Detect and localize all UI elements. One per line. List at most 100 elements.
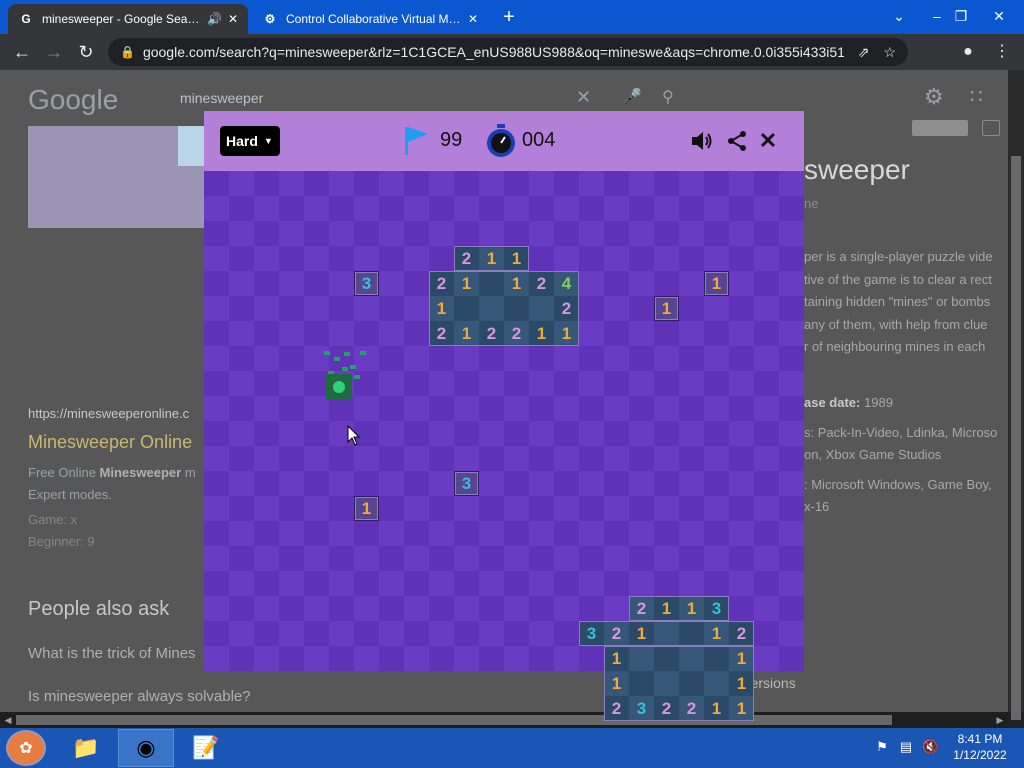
tab-close-icon[interactable]: ✕	[228, 12, 238, 26]
lock-icon[interactable]: 🔒	[120, 45, 135, 59]
speaker-icon[interactable]: 🔊	[207, 12, 222, 26]
revealed-number-cell[interactable]: 1	[429, 296, 454, 321]
scrollbar-thumb[interactable]	[16, 715, 892, 725]
knowledge-panel-icon[interactable]	[982, 120, 1000, 136]
vertical-scrollbar[interactable]	[1008, 70, 1024, 720]
revealed-number-cell[interactable]: 1	[604, 671, 629, 696]
revealed-number-cell[interactable]: 2	[429, 271, 454, 296]
revealed-number-cell[interactable]: 2	[679, 696, 704, 721]
revealed-number-cell[interactable]: 2	[429, 321, 454, 346]
start-button[interactable]: ✿	[6, 730, 46, 766]
taskbar-app-folder-icon[interactable]: 📁	[58, 729, 114, 767]
revealed-number-cell[interactable]: 1	[504, 271, 529, 296]
revealed-empty-cell[interactable]	[529, 296, 554, 321]
tab-close-icon[interactable]: ✕	[468, 12, 478, 26]
reload-icon[interactable]: ↻	[74, 40, 98, 64]
address-bar[interactable]: 🔒 google.com/search?q=minesweeper&rlz=1C…	[108, 38, 908, 66]
revealed-number-cell[interactable]: 2	[604, 621, 629, 646]
revealed-number-cell[interactable]: 1	[729, 696, 754, 721]
search-icon[interactable]: ⚲	[662, 87, 674, 107]
url-text[interactable]: google.com/search?q=minesweeper&rlz=1C1G…	[143, 44, 844, 60]
revealed-number-cell[interactable]: 1	[704, 696, 729, 721]
revealed-number-cell[interactable]: 2	[554, 296, 579, 321]
revealed-empty-cell[interactable]	[704, 671, 729, 696]
search-query[interactable]: minesweeper	[180, 90, 263, 106]
revealed-empty-cell[interactable]	[654, 671, 679, 696]
result-title-link[interactable]: Minesweeper Online	[28, 432, 192, 453]
revealed-empty-cell[interactable]	[629, 671, 654, 696]
revealed-number-cell[interactable]: 1	[504, 246, 529, 271]
revealed-empty-cell[interactable]	[654, 621, 679, 646]
revealed-number-cell[interactable]: 1	[479, 246, 504, 271]
taskbar-app-chrome-icon[interactable]: ◉	[118, 729, 174, 767]
revealed-number-cell[interactable]: 3	[629, 696, 654, 721]
revealed-number-cell[interactable]: 1	[454, 271, 479, 296]
revealed-empty-cell[interactable]	[629, 646, 654, 671]
tab-minesweeper-search[interactable]: G minesweeper - Google Search 🔊 ✕	[8, 4, 248, 34]
close-game-icon[interactable]: ✕	[754, 127, 782, 155]
profile-avatar-icon[interactable]: ●	[956, 40, 980, 64]
revealed-number-cell[interactable]: 1	[704, 621, 729, 646]
scroll-right-arrow-icon[interactable]: ▶	[992, 712, 1008, 728]
revealed-number-cell[interactable]: 2	[654, 696, 679, 721]
taskbar-app-sticky-icon[interactable]: 📝	[178, 729, 234, 767]
revealed-number-cell[interactable]: 2	[629, 596, 654, 621]
share-icon[interactable]	[723, 127, 751, 155]
highlighted-number-cell[interactable]: 3	[354, 271, 379, 296]
apps-grid-icon[interactable]: ∷	[970, 84, 983, 109]
tab-vm-control[interactable]: ⚙ Control Collaborative Virtual Machine …	[252, 4, 488, 34]
highlighted-number-cell[interactable]: 1	[354, 496, 379, 521]
revealed-empty-cell[interactable]	[679, 621, 704, 646]
paa-question[interactable]: Is minesweeper always solvable?	[28, 688, 251, 705]
revealed-number-cell[interactable]: 2	[454, 246, 479, 271]
new-tab-button[interactable]: +	[498, 6, 520, 28]
volume-tray-icon[interactable]: 🔇	[922, 739, 938, 755]
revealed-number-cell[interactable]: 1	[679, 596, 704, 621]
revealed-number-cell[interactable]: 1	[654, 596, 679, 621]
difficulty-dropdown[interactable]: Hard ▼	[220, 126, 280, 156]
revealed-number-cell[interactable]: 1	[454, 321, 479, 346]
revealed-empty-cell[interactable]	[704, 646, 729, 671]
paa-question[interactable]: What is the trick of Mines	[28, 645, 196, 662]
scrollbar-thumb[interactable]	[1011, 156, 1021, 720]
highlighted-number-cell[interactable]: 1	[654, 296, 679, 321]
kebab-menu-icon[interactable]: ⋮	[990, 40, 1014, 64]
window-close-icon[interactable]: ✕	[984, 4, 1014, 28]
revealed-empty-cell[interactable]	[479, 296, 504, 321]
revealed-empty-cell[interactable]	[654, 646, 679, 671]
revealed-number-cell[interactable]: 3	[704, 596, 729, 621]
settings-gear-icon[interactable]: ⚙	[924, 84, 944, 110]
revealed-empty-cell[interactable]	[679, 646, 704, 671]
clear-search-icon[interactable]: ✕	[576, 87, 591, 108]
revealed-number-cell[interactable]: 1	[604, 646, 629, 671]
horizontal-scrollbar[interactable]: ◀ ▶	[0, 712, 1008, 728]
system-clock[interactable]: 8:41 PM 1/12/2022	[940, 731, 1020, 763]
tab-search-icon[interactable]: ⌄	[884, 4, 914, 28]
highlighted-number-cell[interactable]: 3	[454, 471, 479, 496]
network-tray-icon[interactable]: ▤	[898, 739, 914, 755]
revealed-number-cell[interactable]: 1	[729, 646, 754, 671]
revealed-number-cell[interactable]: 2	[479, 321, 504, 346]
revealed-number-cell[interactable]: 1	[554, 321, 579, 346]
share-page-icon[interactable]: ⇗	[858, 44, 870, 61]
scroll-left-arrow-icon[interactable]: ◀	[0, 712, 16, 728]
revealed-number-cell[interactable]: 1	[529, 321, 554, 346]
revealed-number-cell[interactable]: 2	[729, 621, 754, 646]
restore-icon[interactable]: ❐	[946, 4, 976, 28]
revealed-number-cell[interactable]: 2	[504, 321, 529, 346]
google-logo[interactable]: Google	[28, 84, 118, 116]
sound-icon[interactable]	[688, 127, 716, 155]
revealed-empty-cell[interactable]	[454, 296, 479, 321]
revealed-number-cell[interactable]: 2	[604, 696, 629, 721]
revealed-number-cell[interactable]: 3	[579, 621, 604, 646]
revealed-number-cell[interactable]: 1	[629, 621, 654, 646]
flag-tray-icon[interactable]: ⚑	[874, 739, 890, 755]
back-arrow-icon[interactable]: ←	[10, 40, 34, 64]
revealed-empty-cell[interactable]	[479, 271, 504, 296]
revealed-empty-cell[interactable]	[679, 671, 704, 696]
highlighted-number-cell[interactable]: 1	[704, 271, 729, 296]
revealed-number-cell[interactable]: 2	[529, 271, 554, 296]
revealed-number-cell[interactable]: 1	[729, 671, 754, 696]
revealed-number-cell[interactable]: 4	[554, 271, 579, 296]
forward-arrow-icon[interactable]: →	[42, 40, 66, 64]
